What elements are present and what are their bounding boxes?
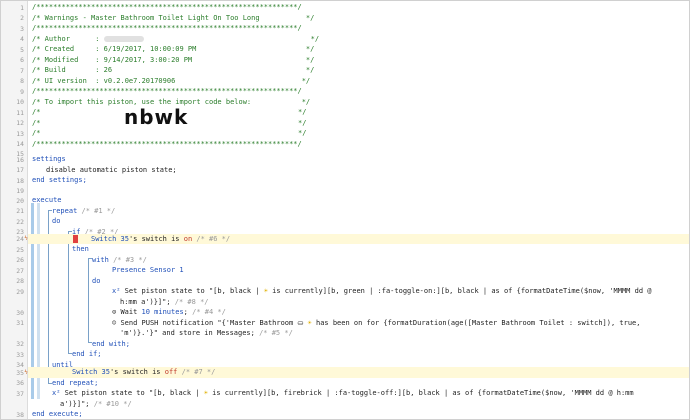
header-border-top: /***************************************… xyxy=(32,3,302,11)
settings-keyword[interactable]: settings xyxy=(32,154,66,165)
line-number: 6 xyxy=(20,56,24,64)
header-build: /* Build : 26 */ xyxy=(32,66,315,74)
set-piston-state-on-cont: h:mm a')}]"; /* #8 */ xyxy=(120,297,209,306)
line-number: 9 xyxy=(20,87,24,96)
line-number: 33 xyxy=(16,350,24,359)
line-number: 37 xyxy=(16,389,24,398)
chat-icon: ☺ xyxy=(112,318,117,327)
header-title: /* Warnings - Master Bathroom Toilet Lig… xyxy=(32,13,315,22)
line-number: 29 xyxy=(16,287,24,296)
line-number: 8 xyxy=(20,77,24,85)
header-created: /* Created : 6/19/2017, 10:00:09 PM */ xyxy=(32,45,315,53)
line-number: 5 xyxy=(20,45,24,54)
header-modified: /* Modified : 9/14/2017, 3:00:20 PM */ xyxy=(32,55,315,64)
code-area: /***************************************… xyxy=(28,1,689,419)
set-piston-state-off[interactable]: x² Set piston state to "[b, black | ☀ is… xyxy=(52,388,634,399)
line-number: 16 xyxy=(16,155,24,164)
header-blank-2-end: */ xyxy=(298,118,307,127)
header-border-3: /***************************************… xyxy=(32,87,302,95)
piston-code-editor: 1 2 3 4 5 6 7 8 9 10 11 12 13 14 15 16 17 18 19 20 21 22 23 24 2… xyxy=(0,0,690,420)
line-number: 3 xyxy=(20,24,24,33)
line-number: 35 xyxy=(16,368,24,377)
condition-marker-icon xyxy=(73,234,78,243)
set-piston-state-on[interactable]: x² Set piston state to "[b, black | ☀ is… xyxy=(112,286,651,297)
with-statement[interactable]: with /* #3 */ xyxy=(92,255,147,266)
line-number: 12 xyxy=(16,119,24,127)
repeat-do: do xyxy=(52,217,61,225)
end-settings-keyword: end settings; xyxy=(32,176,87,184)
line-number: 20 xyxy=(16,196,24,205)
with-device-presence[interactable]: Presence Sensor 1 xyxy=(112,265,184,276)
redacted-author xyxy=(103,35,144,42)
wait-statement[interactable]: ⊙ Wait 10 minutes; /* #4 */ xyxy=(112,307,226,318)
header-author: /* Author : */ xyxy=(32,34,320,43)
clock-icon: ⊙ xyxy=(112,308,117,316)
x2-icon: x² xyxy=(112,287,121,295)
header-blank-1-end: */ xyxy=(298,108,307,116)
line-number: 17 xyxy=(16,166,24,174)
header-blank-3-end: */ xyxy=(298,129,307,137)
line-number: 27 xyxy=(16,266,24,275)
end-with-keyword: end with; xyxy=(92,339,130,348)
line-number: 2 xyxy=(20,14,24,22)
with-bracket xyxy=(88,258,92,343)
import-code[interactable]: nbwk xyxy=(124,107,188,127)
line-number: 13 xyxy=(16,129,24,138)
line-number: 21 xyxy=(16,207,24,215)
line-number: 7 xyxy=(20,66,24,75)
x2-icon-2: x² xyxy=(52,389,61,397)
set-piston-state-off-cont: a')}]"; /* #10 */ xyxy=(60,399,132,408)
line-number: 18 xyxy=(16,176,24,185)
line-number-gutter: 1 2 3 4 5 6 7 8 9 10 11 12 13 14 15 16 17 18 19 20 21 22 23 24 2… xyxy=(1,1,28,419)
then-keyword: then xyxy=(72,245,89,253)
end-if-keyword: end if; xyxy=(72,350,102,358)
line-number: 4 xyxy=(20,35,24,43)
header-blank-2: /* xyxy=(32,118,41,127)
end-execute-keyword: end execute; xyxy=(32,410,83,418)
header-ui-version: /* UI version : v0.2.0e7.20170906 */ xyxy=(32,76,311,85)
line-number: 22 xyxy=(16,217,24,226)
end-repeat-keyword: end repeat; xyxy=(52,378,99,387)
line-number: 31 xyxy=(16,319,24,327)
line-number: 30 xyxy=(16,308,24,317)
header-blank-3: /* xyxy=(32,129,41,137)
toilet-icon: ⛀ xyxy=(297,318,304,327)
line-number: 1 xyxy=(20,3,24,12)
line-number: 25 xyxy=(16,245,24,254)
line-number: 24 xyxy=(16,235,24,243)
line-number: 14 xyxy=(16,140,24,148)
line-number: 19 xyxy=(16,186,24,195)
line-number: 38 xyxy=(16,410,24,419)
condition-switch-on[interactable]: Switch 35's switch is on /* #6 */ xyxy=(91,234,230,245)
with-do: do xyxy=(92,276,101,285)
line-number: 11 xyxy=(16,108,24,117)
header-blank-1: /* xyxy=(32,108,41,116)
line-number: 32 xyxy=(16,340,24,348)
disable-auto-state[interactable]: disable automatic piston state; xyxy=(46,165,177,176)
repeat-statement[interactable]: repeat /* #1 */ xyxy=(52,206,115,217)
header-border-2: /***************************************… xyxy=(32,24,302,32)
condition-switch-off[interactable]: Switch 35's switch is off /* #7 */ xyxy=(72,367,215,378)
line-number: 26 xyxy=(16,256,24,264)
line-number: 36 xyxy=(16,379,24,387)
line-number: 28 xyxy=(16,277,24,285)
send-push-notification[interactable]: ☺ Send PUSH notification "{'Master Bathr… xyxy=(112,318,641,329)
send-push-notification-cont: 'm')}.'}" and store in Messages; /* #5 *… xyxy=(120,329,293,337)
line-number: 10 xyxy=(16,98,24,106)
header-border-bottom: /***************************************… xyxy=(32,139,302,148)
